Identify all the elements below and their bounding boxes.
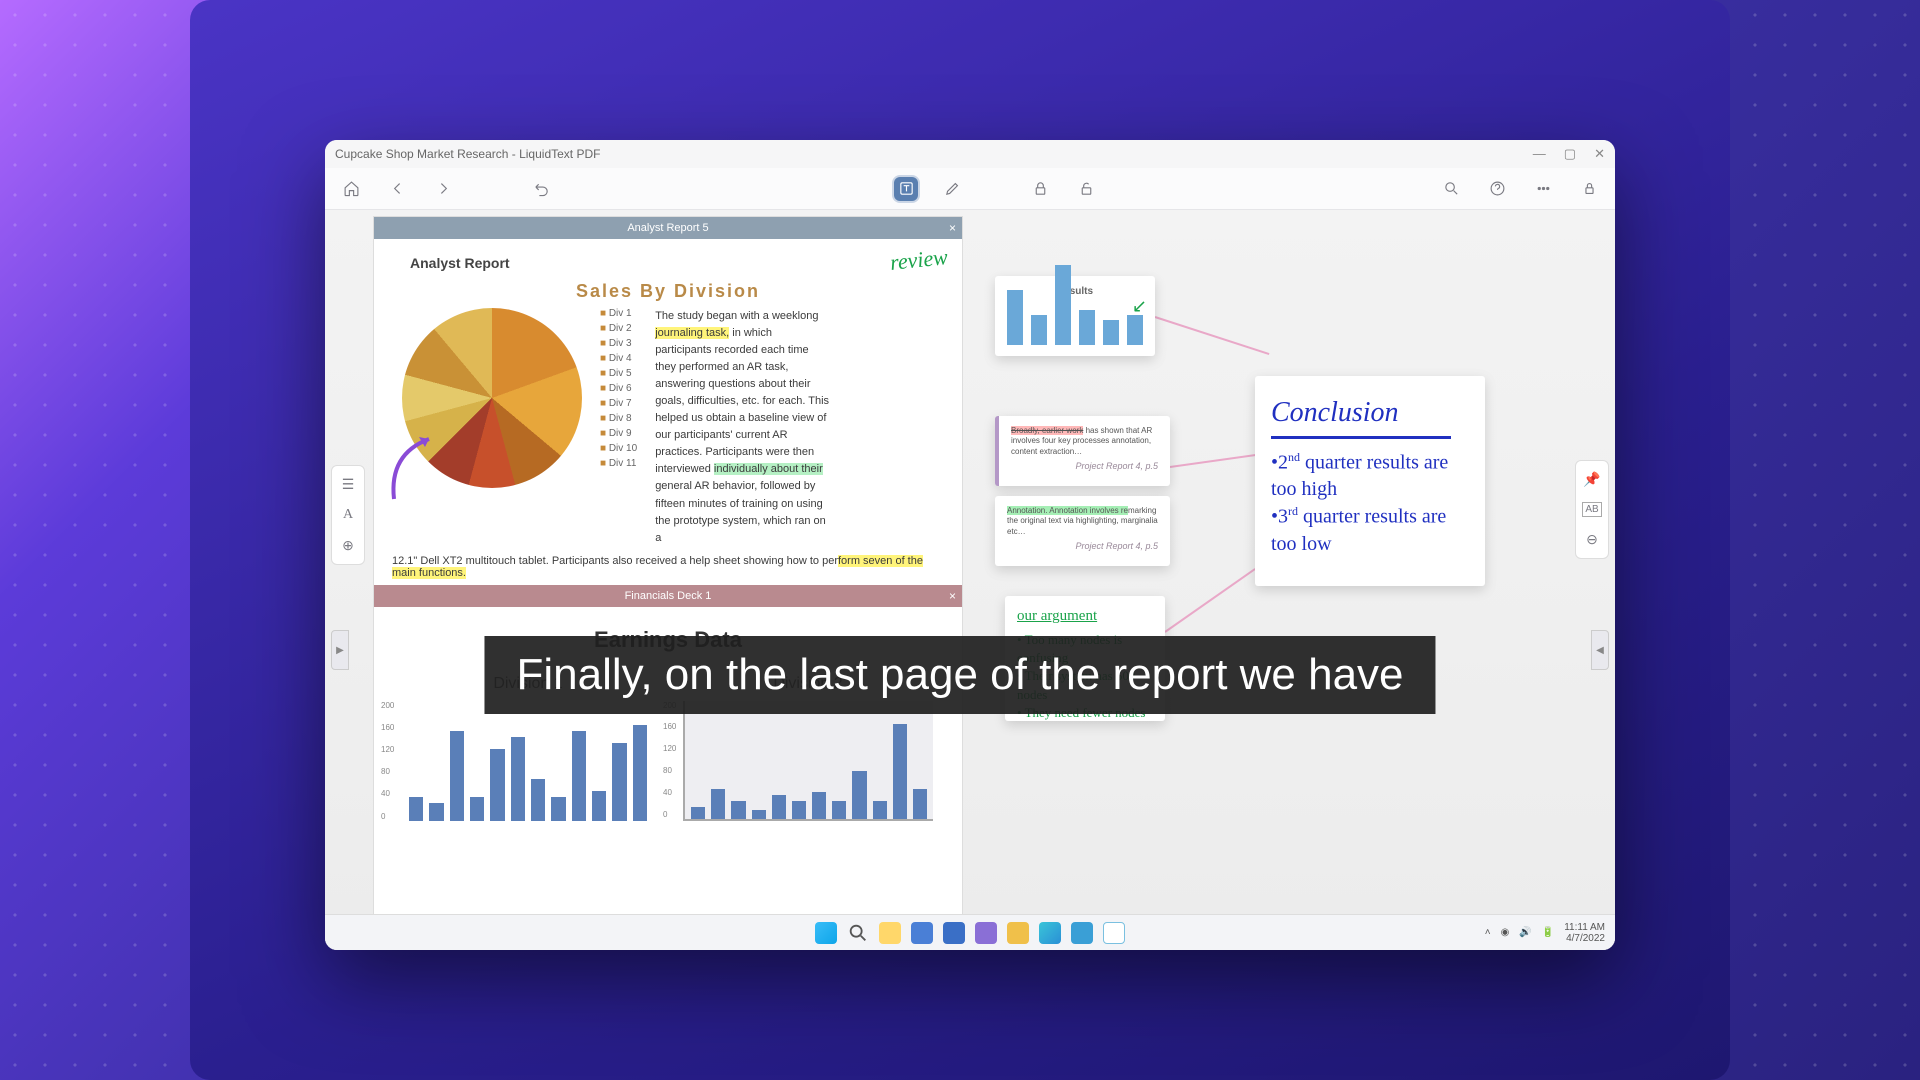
home-icon[interactable] (339, 177, 363, 201)
legend-item: Div 1 (600, 308, 637, 319)
legend-item: Div 8 (600, 413, 637, 424)
pin-icon[interactable]: 📌 (1583, 471, 1600, 488)
taskbar-explorer-icon[interactable] (879, 922, 901, 944)
taskbar-liquidtext-icon[interactable] (1103, 922, 1125, 944)
ink-annotation-review: review (889, 244, 949, 276)
ink-arrow (384, 434, 444, 504)
battery-icon[interactable]: 🔋 (1542, 927, 1554, 938)
video-caption: Finally, on the last page of the report … (484, 636, 1435, 714)
doc-tools-rail: ☰ A ⊕ (331, 465, 365, 565)
text-style-icon[interactable]: A (343, 507, 353, 523)
doc-tab-2-label: Financials Deck 1 (625, 590, 712, 602)
windows-taskbar: ˄ ◉ 🔊 🔋 11:11 AM 4/7/2022 (325, 914, 1615, 950)
close-tab-icon[interactable]: × (949, 589, 956, 603)
legend-item: Div 7 (600, 398, 637, 409)
collapse-left-handle[interactable]: ▶ (331, 630, 349, 670)
maximize-button[interactable]: ▢ (1564, 146, 1576, 162)
close-button[interactable]: ✕ (1594, 146, 1605, 162)
zoom-out-icon[interactable]: ⊖ (1586, 531, 1598, 548)
pie-chart-title: Sales By Division (392, 281, 944, 302)
content-area: ☰ A ⊕ ▶ 📌 AB ⊖ ◀ Analyst Report 5 × revi… (325, 210, 1615, 950)
system-tray[interactable]: ˄ ◉ 🔊 🔋 11:11 AM 4/7/2022 (1485, 922, 1605, 944)
excerpt-source: Project Report 4, p.5 (1007, 541, 1158, 551)
close-tab-icon[interactable]: × (949, 221, 956, 235)
doc1-paragraph[interactable]: The study began with a weeklong journali… (655, 308, 830, 547)
clock-date: 4/7/2022 (1564, 933, 1605, 944)
excerpt-source: Project Report 4, p.5 (1011, 461, 1158, 471)
excerpt-card-2[interactable]: Annotation. Annotation involves remarkin… (995, 496, 1170, 566)
taskbar-app-icon[interactable] (943, 922, 965, 944)
ink-arrow-green: ↙ (1132, 296, 1147, 317)
legend-item: Div 2 (600, 323, 637, 334)
legend-item: Div 9 (600, 428, 637, 439)
collapse-right-handle[interactable]: ◀ (1591, 630, 1609, 670)
taskbar-app-icon[interactable] (911, 922, 933, 944)
share-lock-icon[interactable] (1577, 177, 1601, 201)
legend-item: Div 3 (600, 338, 637, 349)
legend-item: Div 6 (600, 383, 637, 394)
link-line (1164, 568, 1255, 633)
start-button[interactable] (815, 922, 837, 944)
tray-chevron-icon[interactable]: ˄ (1485, 927, 1491, 938)
highlight-yellow: journaling task, (655, 327, 729, 339)
toolbar (325, 168, 1615, 210)
results-card[interactable]: Results ↙ (995, 276, 1155, 356)
add-page-icon[interactable]: ⊕ (342, 537, 354, 554)
text-select-tool-icon[interactable] (894, 177, 918, 201)
legend-item: Div 11 (600, 458, 637, 469)
taskbar-edge-icon[interactable] (1039, 922, 1061, 944)
doc-tab-1-label: Analyst Report 5 (627, 222, 708, 234)
volume-icon[interactable]: 🔊 (1519, 927, 1531, 938)
excerpt1-strike: Broadly, earlier work (1011, 426, 1083, 435)
back-icon[interactable] (385, 177, 409, 201)
lock-closed-icon[interactable] (1028, 177, 1052, 201)
window-title: Cupcake Shop Market Research - LiquidTex… (335, 147, 600, 161)
more-icon[interactable] (1531, 177, 1555, 201)
doc-tab-2[interactable]: Financials Deck 1 × (374, 585, 962, 607)
taskbar-search-icon[interactable] (847, 922, 869, 944)
clock-time: 11:11 AM (1564, 922, 1605, 933)
pie-legend: Div 1 Div 2 Div 3 Div 4 Div 5 Div 6 Div … (600, 308, 637, 547)
link-line (1155, 316, 1270, 355)
doc1-footline: 12.1" Dell XT2 multitouch tablet. Partic… (392, 555, 944, 579)
doc-tab-1[interactable]: Analyst Report 5 × (374, 217, 962, 239)
outline-icon[interactable]: ☰ (342, 476, 355, 493)
taskbar-store-icon[interactable] (1071, 922, 1093, 944)
document-pane: Analyst Report 5 × review Analyst Report… (373, 216, 963, 944)
minimize-button[interactable]: — (1533, 146, 1546, 162)
highlight-green: individually about their (714, 463, 823, 475)
workspace-pane[interactable]: Results ↙ Broadly, earlier work Broadly,… (975, 216, 1567, 944)
lock-open-icon[interactable] (1074, 177, 1098, 201)
results-title: Results (1007, 286, 1143, 297)
titlebar: Cupcake Shop Market Research - LiquidTex… (325, 140, 1615, 168)
wifi-icon[interactable]: ◉ (1501, 927, 1510, 938)
conclusion-card[interactable]: Conclusion •2nd quarter results are too … (1255, 376, 1485, 586)
workspace-tools-rail: 📌 AB ⊖ (1575, 460, 1609, 559)
app-window: Cupcake Shop Market Research - LiquidTex… (325, 140, 1615, 950)
ink-underline (1271, 436, 1451, 439)
excerpt-card-1[interactable]: Broadly, earlier work Broadly, earlier w… (995, 416, 1170, 486)
undo-icon[interactable] (529, 177, 553, 201)
text-box-icon[interactable]: AB (1582, 502, 1601, 517)
legend-item: Div 4 (600, 353, 637, 364)
taskbar-chat-icon[interactable] (975, 922, 997, 944)
doc1-heading: Analyst Report (410, 255, 944, 271)
taskbar-folder-icon[interactable] (1007, 922, 1029, 944)
legend-item: Div 5 (600, 368, 637, 379)
search-icon[interactable] (1439, 177, 1463, 201)
legend-item: Div 10 (600, 443, 637, 454)
help-icon[interactable] (1485, 177, 1509, 201)
pen-tool-icon[interactable] (940, 177, 964, 201)
forward-icon[interactable] (431, 177, 455, 201)
doc1-body: review Analyst Report Sales By Division … (374, 239, 962, 585)
